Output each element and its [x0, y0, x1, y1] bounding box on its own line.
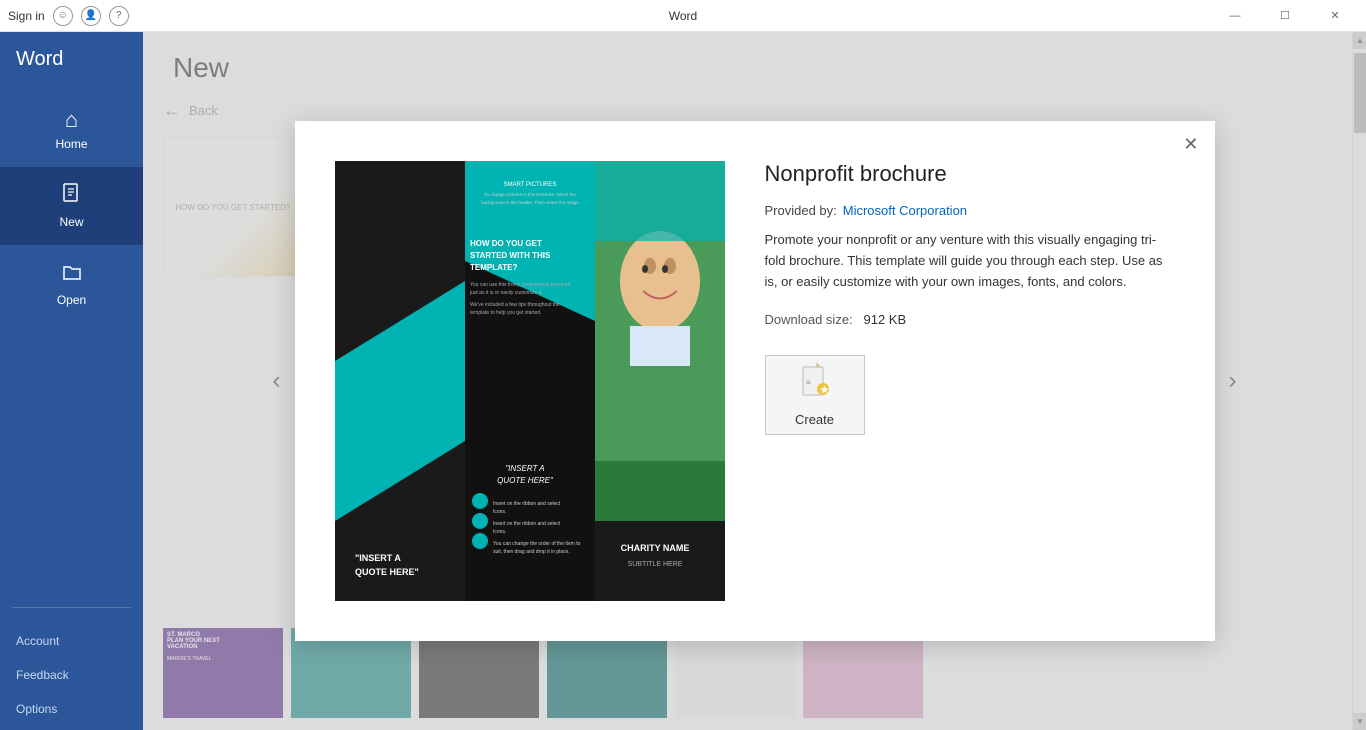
- sidebar-item-home[interactable]: ⌂ Home: [0, 91, 143, 167]
- main-content: New ← Back HOW DO YOU GET STARTED?: [143, 32, 1366, 730]
- sidebar-item-open[interactable]: Open: [0, 245, 143, 323]
- create-label: Create: [795, 412, 834, 427]
- brochure-svg: "INSERT A QUOTE HERE" SMART PICTURES To …: [335, 161, 725, 601]
- svg-text:Icons.: Icons.: [493, 529, 506, 535]
- svg-text:SMART PICTURES: SMART PICTURES: [503, 182, 556, 188]
- sidebar-item-options[interactable]: Options: [0, 692, 143, 726]
- svg-text:Icons.: Icons.: [493, 509, 506, 515]
- svg-text:template to help you get start: template to help you get started.: [470, 310, 541, 316]
- minimize-button[interactable]: —: [1212, 0, 1258, 32]
- svg-text:background in the header. Then: background in the header. Then select th…: [481, 200, 579, 205]
- svg-text:We've included a few tips thro: We've included a few tips throughout the: [470, 302, 560, 308]
- smiley-icon[interactable]: ☺: [53, 6, 73, 26]
- modal-preview-image: "INSERT A QUOTE HERE" SMART PICTURES To …: [335, 161, 725, 601]
- svg-text:You can change the order of th: You can change the order of the item to: [493, 541, 581, 547]
- sign-in-area: Sign in ☺ 👤 ?: [8, 6, 129, 26]
- sidebar-bottom: Account Feedback Options: [0, 616, 143, 730]
- modal-prev-button[interactable]: ‹: [265, 359, 289, 403]
- template-title: Nonprofit brochure: [765, 161, 1175, 187]
- svg-text:Insert on the ribbon and selec: Insert on the ribbon and select: [493, 521, 561, 527]
- sidebar-item-feedback[interactable]: Feedback: [0, 658, 143, 692]
- sidebar: Word ⌂ Home New: [0, 32, 143, 730]
- template-description: Promote your nonprofit or any venture wi…: [765, 230, 1175, 292]
- sidebar-app-name: Word: [0, 32, 143, 91]
- svg-text:You can use this freely, profe: You can use this freely, professional br…: [470, 282, 571, 288]
- svg-text:To change pictures in this bro: To change pictures in this brochure, sel…: [484, 192, 576, 197]
- person-icon[interactable]: 👤: [81, 6, 101, 26]
- open-icon: [61, 261, 83, 289]
- svg-text:≡: ≡: [806, 378, 811, 387]
- modal-close-button[interactable]: ✕: [1177, 131, 1204, 157]
- svg-text:CHARITY NAME: CHARITY NAME: [620, 543, 689, 553]
- sidebar-new-label: New: [59, 215, 83, 229]
- new-icon: [61, 183, 83, 211]
- provider-row: Provided by: Microsoft Corporation: [765, 203, 1175, 218]
- maximize-button[interactable]: ☐: [1262, 0, 1308, 32]
- download-size-row: Download size: 912 KB: [765, 312, 1175, 327]
- svg-text:"INSERT A: "INSERT A: [355, 553, 401, 563]
- sidebar-item-new[interactable]: New: [0, 167, 143, 245]
- svg-text:QUOTE HERE": QUOTE HERE": [497, 476, 554, 485]
- svg-text:just as it is or easily custom: just as it is or easily customize it.: [469, 290, 543, 296]
- svg-text:STARTED WITH THIS: STARTED WITH THIS: [470, 251, 551, 260]
- svg-text:"INSERT A: "INSERT A: [505, 464, 544, 473]
- app-body: Word ⌂ Home New: [0, 32, 1366, 730]
- help-icon[interactable]: ?: [109, 6, 129, 26]
- svg-text:TEMPLATE?: TEMPLATE?: [470, 263, 518, 272]
- create-button[interactable]: ≡ ★ Create: [765, 355, 865, 435]
- modal-overlay: ✕ ‹ › "INSERT A QUOTE HERE": [143, 32, 1366, 730]
- window-title: Word: [669, 9, 697, 23]
- svg-text:suit, then drag and drop it in: suit, then drag and drop it in place.: [493, 549, 570, 555]
- provided-by-label: Provided by:: [765, 203, 837, 218]
- provider-link[interactable]: Microsoft Corporation: [843, 203, 967, 218]
- title-bar: Sign in ☺ 👤 ? Word — ☐ ✕: [0, 0, 1366, 32]
- svg-text:SUBTITLE HERE: SUBTITLE HERE: [627, 561, 682, 568]
- svg-text:QUOTE HERE": QUOTE HERE": [355, 567, 419, 577]
- svg-text:Insert on the ribbon and selec: Insert on the ribbon and select: [493, 501, 561, 507]
- sidebar-open-label: Open: [57, 293, 86, 307]
- modal-next-button[interactable]: ›: [1221, 359, 1245, 403]
- template-detail-modal: ✕ ‹ › "INSERT A QUOTE HERE": [295, 121, 1215, 641]
- download-size-value: 912 KB: [864, 312, 907, 327]
- sidebar-home-label: Home: [55, 137, 87, 151]
- download-size-label: Download size:: [765, 312, 853, 327]
- svg-text:★: ★: [820, 385, 829, 396]
- sidebar-item-account[interactable]: Account: [0, 624, 143, 658]
- modal-info-panel: Nonprofit brochure Provided by: Microsof…: [765, 161, 1175, 601]
- window-controls: — ☐ ✕: [1212, 0, 1358, 32]
- sign-in-link[interactable]: Sign in: [8, 9, 45, 23]
- create-icon: ≡ ★: [799, 363, 831, 406]
- close-button[interactable]: ✕: [1312, 0, 1358, 32]
- sidebar-nav: ⌂ Home New: [0, 91, 143, 599]
- sidebar-divider: [12, 607, 131, 608]
- home-icon: ⌂: [65, 107, 78, 133]
- svg-text:HOW DO YOU GET: HOW DO YOU GET: [470, 239, 542, 248]
